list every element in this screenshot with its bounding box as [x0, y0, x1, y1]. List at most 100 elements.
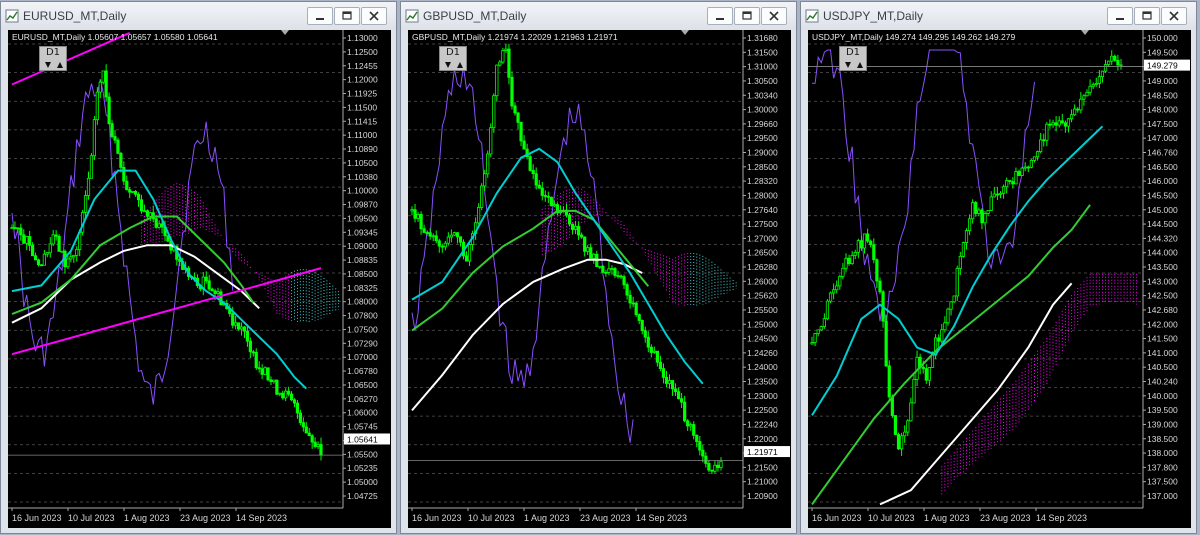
period-down-icon[interactable] [843, 60, 853, 70]
candle-body [419, 213, 423, 230]
chart-plot-area[interactable]: 150.000 149.500 149.279 149.000 148.500 148.0… [808, 30, 1191, 528]
price-tick-label: 1.28320 [747, 176, 778, 186]
candle-body [673, 388, 678, 393]
candle-body [287, 390, 291, 395]
period-down-icon[interactable] [43, 60, 53, 70]
price-tick-label: 1.26280 [747, 262, 778, 272]
maximize-button[interactable] [734, 7, 760, 25]
candle-body [1032, 156, 1037, 161]
price-tick-label: 1.30500 [747, 76, 778, 86]
candle-body [1097, 76, 1101, 84]
candle-body [1119, 64, 1123, 67]
window-titlebar[interactable]: EURUSD_MT,Daily [1, 2, 396, 30]
candle-body [1100, 70, 1105, 78]
maximize-button[interactable] [1134, 7, 1160, 25]
chart-shift-marker[interactable] [1081, 30, 1089, 35]
candle-body [92, 119, 96, 157]
price-axis[interactable]: 1.31680 1.31500 1.31000 1.30500 1.30340 1.300… [742, 30, 790, 508]
close-button[interactable] [361, 7, 387, 25]
candle-body [260, 368, 264, 375]
chart-window-usdjpy[interactable]: USDJPY_MT,Daily 150.000 149.500 149.279 149.… [800, 1, 1197, 534]
candle-body [619, 275, 623, 278]
candle-body [701, 449, 705, 457]
candle-body [1110, 55, 1114, 62]
candle-body [558, 211, 563, 214]
price-tick-label: 144.000 [1147, 248, 1178, 258]
candle-body [949, 301, 953, 310]
period-selector[interactable]: D1 [439, 46, 467, 71]
time-axis[interactable]: 16 Jun 2023 10 Jul 2023 1 Aug 2023 23 Aug 2… [408, 507, 743, 523]
chart-window-icon [5, 9, 19, 23]
price-axis[interactable]: 150.000 149.500 149.279 149.000 148.500 148.0… [1142, 30, 1190, 508]
candle-body [1051, 122, 1055, 126]
trend-line[interactable] [11, 267, 322, 356]
price-tick-label: 1.24260 [747, 348, 778, 358]
time-axis[interactable]: 16 Jun 2023 10 Jul 2023 1 Aug 2023 23 Aug 2… [808, 507, 1143, 523]
price-tick-label: 1.29500 [747, 133, 778, 143]
date-tick-label: 10 Jul 2023 [68, 513, 115, 523]
window-titlebar[interactable]: USDJPY_MT,Daily [801, 2, 1196, 30]
candle-body [549, 196, 553, 207]
price-tick-label: 137.500 [1147, 477, 1178, 487]
candle-body [458, 236, 463, 243]
price-tick-label: 1.22000 [747, 434, 778, 444]
chart-plot-area[interactable]: 1.13000 1.12500 1.12455 1.12000 1.11925 1.115… [8, 30, 391, 528]
price-tick-label: 1.07800 [347, 311, 378, 321]
close-button[interactable] [1161, 7, 1187, 25]
period-down-icon[interactable] [443, 60, 453, 70]
candle-body [1091, 84, 1095, 87]
price-chart-svg[interactable]: 1.13000 1.12500 1.12455 1.12000 1.11925 1.115… [8, 30, 391, 528]
candle-body [239, 326, 244, 330]
candle-body [33, 255, 38, 261]
chart-plot-area[interactable]: 1.31680 1.31500 1.31000 1.30500 1.30340 1.300… [408, 30, 791, 528]
price-tick-label: 1.11925 [347, 89, 377, 99]
candle-body [537, 184, 541, 189]
price-chart-svg[interactable]: 150.000 149.500 149.279 149.000 148.500 148.0… [808, 30, 1191, 528]
candle-body [838, 276, 842, 287]
chart-shift-marker[interactable] [281, 30, 289, 35]
minimize-button[interactable] [307, 7, 333, 25]
window-titlebar[interactable]: GBPUSD_MT,Daily [401, 2, 796, 30]
candle-body [1073, 108, 1077, 116]
candle-body [921, 366, 925, 369]
price-tick-label: 147.500 [1147, 119, 1178, 129]
minimize-button[interactable] [1107, 7, 1133, 25]
price-tick-label: 1.29000 [747, 148, 778, 158]
current-price-label: 1.21971 [747, 447, 778, 457]
price-tick-label: 143.000 [1147, 276, 1178, 286]
candle-body [634, 302, 638, 315]
price-axis[interactable]: 1.13000 1.12500 1.12455 1.12000 1.11925 1.115… [342, 30, 390, 508]
period-selector[interactable]: D1 [839, 46, 867, 71]
candle-body [958, 255, 962, 269]
candle-body [437, 240, 441, 247]
price-tick-label: 141.000 [1147, 348, 1178, 358]
candle-body [16, 227, 20, 230]
price-chart-svg[interactable]: 1.31680 1.31500 1.31000 1.30500 1.30340 1.300… [408, 30, 791, 528]
maximize-button[interactable] [334, 7, 360, 25]
candle-body [455, 232, 460, 238]
price-tick-label: 143.500 [1147, 262, 1178, 272]
current-price-label: 149.279 [1147, 61, 1178, 71]
candle-body [862, 233, 867, 249]
candle-body [878, 280, 882, 293]
candle-body [266, 367, 270, 381]
period-up-icon[interactable] [855, 60, 865, 70]
candle-body [856, 240, 860, 253]
close-button[interactable] [761, 7, 787, 25]
candle-body [434, 235, 438, 242]
price-tick-label: 1.06780 [347, 366, 378, 376]
candle-body [832, 289, 836, 294]
period-selector[interactable]: D1 [39, 46, 67, 71]
chart-window-eurusd[interactable]: EURUSD_MT,Daily 1.13000 1.12500 1.12455 1.12… [0, 1, 397, 534]
candle-body [967, 218, 972, 231]
candle-body [307, 432, 311, 437]
period-up-icon[interactable] [55, 60, 65, 70]
candle-body [51, 234, 55, 245]
candle-body [281, 392, 285, 399]
time-axis[interactable]: 16 Jun 2023 10 Jul 2023 1 Aug 2023 23 Aug 2… [8, 507, 343, 523]
minimize-button[interactable] [707, 7, 733, 25]
chart-shift-marker[interactable] [681, 30, 689, 35]
candle-body [1057, 120, 1061, 126]
period-up-icon[interactable] [455, 60, 465, 70]
chart-window-gbpusd[interactable]: GBPUSD_MT,Daily 1.31680 1.31500 1.31000 1.30… [400, 1, 797, 534]
